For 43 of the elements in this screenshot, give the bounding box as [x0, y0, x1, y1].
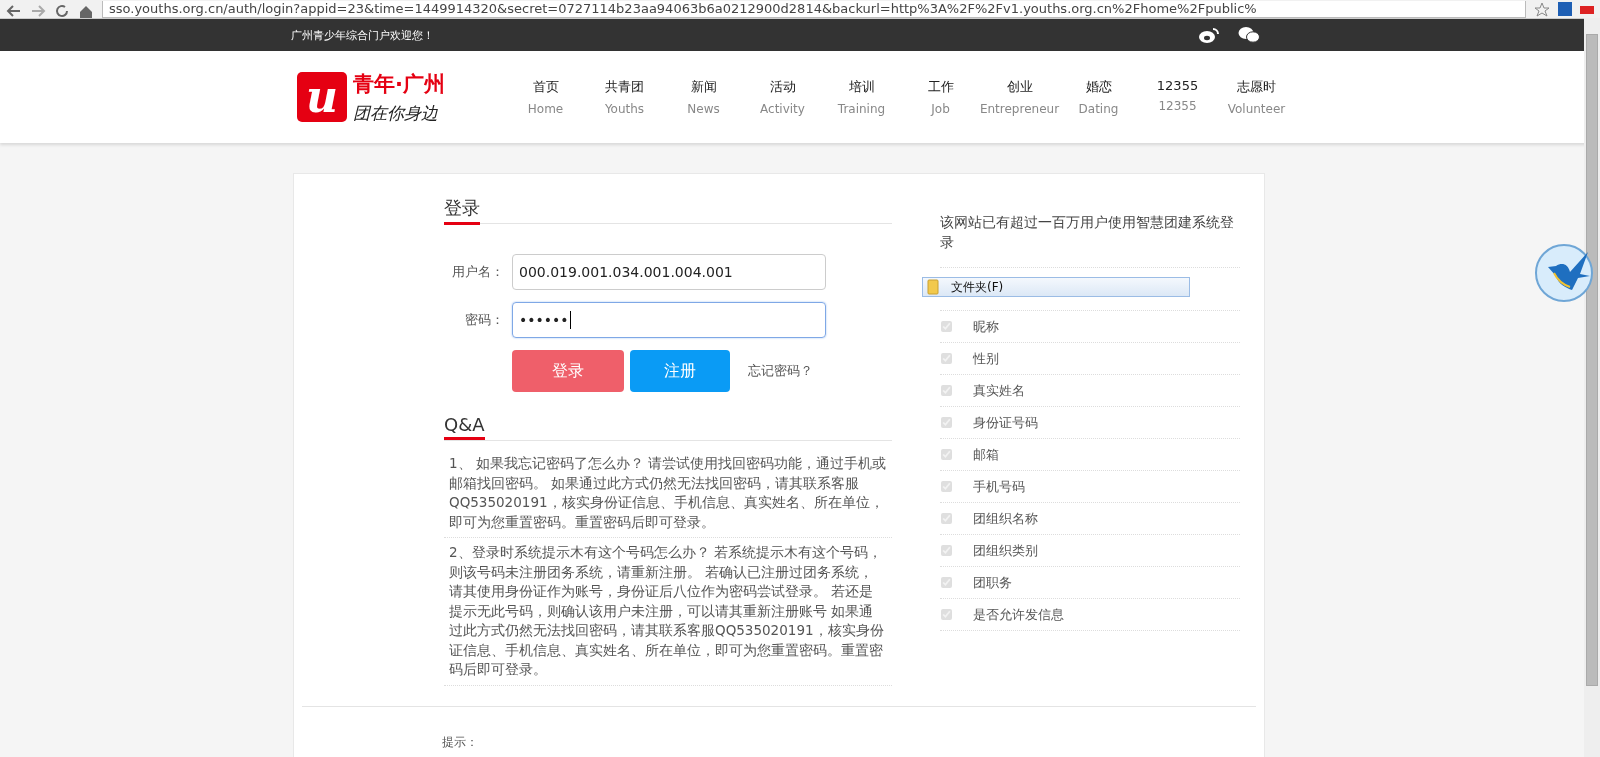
- permission-label: 手机号码: [973, 477, 1025, 496]
- nav-item[interactable]: 创业 Entrepreneur: [980, 78, 1059, 116]
- permission-label: 性别: [973, 349, 999, 368]
- permission-label: 昵称: [973, 317, 999, 336]
- logo-slogan: 团在你身边: [353, 101, 439, 125]
- nav-item[interactable]: 工作 Job: [901, 78, 980, 116]
- star-icon[interactable]: [1534, 2, 1550, 18]
- permission-label: 团组织类别: [973, 541, 1038, 560]
- logo-title: 青年·广州: [353, 70, 445, 98]
- field-label: 密码：: [464, 311, 505, 329]
- nav-item[interactable]: 婚恋 Dating: [1059, 78, 1138, 116]
- address-field[interactable]: sso.youths.org.cn/auth/login?appid=23&time=1449914320&secret=0727114b23aa94063b6a0212900d2814&backurl=http%3A%2F%2Fv1.youths.org.cn%2Fhome%2Fpublic%: [102, 1, 1526, 18]
- forgot-password-link[interactable]: 忘记密码？: [748, 362, 813, 380]
- nav-item[interactable]: 志愿时 Volunteer: [1217, 78, 1296, 116]
- permission-label: 团职务: [973, 573, 1012, 592]
- permission-label: 邮箱: [973, 445, 999, 464]
- logo-mark[interactable]: u: [297, 72, 347, 122]
- permission-label: 是否允许发信息: [973, 605, 1064, 624]
- permission-label: 身份证号码: [973, 413, 1038, 432]
- tooltip-text: 文件夹(F): [951, 278, 1004, 296]
- field-label: 用户名：: [451, 263, 505, 281]
- nav-item[interactable]: 共青团 Youths: [585, 78, 664, 116]
- nav-item[interactable]: 活动 Activity: [743, 78, 822, 116]
- reload-icon[interactable]: [54, 4, 70, 18]
- permission-label: 真实姓名: [973, 381, 1025, 400]
- back-icon[interactable]: [6, 4, 22, 18]
- nav-item[interactable]: 12355 12355: [1138, 78, 1217, 116]
- nav-item[interactable]: 首页 Home: [506, 78, 585, 116]
- nav-item[interactable]: 培训 Training: [822, 78, 901, 116]
- folder-icon: [927, 279, 939, 295]
- section-title: 登录: [444, 196, 480, 225]
- qa-paragraph: 2、登录时系统提示木有这个号码怎么办？ 若系统提示木有这个号码，则该号码未注册团务系统，请重新注册。 若确认已注册过团务系统，请其使用身份证作为账号，身份证后八位作为密码尝试登录。 若还是提示无此号码，则确认该用户未注册，可以请其重新注册账号 如果通过此方式仍然无法找回密码，请其联系客服QQ535020191，核实身份证信息、手机信息、真实姓名、所在单位，即可为您重置密码。重置密码后即可登录。: [444, 538, 892, 686]
- section-title: Q&A: [444, 414, 485, 440]
- welcome-text: 广州青少年综合门户欢迎您！: [291, 27, 435, 43]
- permission-label: 团组织名称: [973, 509, 1038, 528]
- tip-label: 提示：: [442, 734, 478, 751]
- intro-text: 该网站已有超过一百万用户使用智慧团建系统登录: [940, 212, 1240, 268]
- nav-item[interactable]: 新闻 News: [664, 78, 743, 116]
- qa-paragraph: 1、 如果我忘记密码了怎么办？ 请尝试使用找回密码功能，通过手机或邮箱找回密码。 如果通过此方式仍然无法找回密码，请其联系客服QQ535020191，核实身份证信息、手机信息、真实姓名、所在单位，即可为您重置密码。重置密码后即可登录。: [444, 449, 892, 538]
- scrollbar[interactable]: [1584, 18, 1600, 757]
- forward-icon[interactable]: [30, 4, 46, 18]
- password-field[interactable]: ••••••: [512, 302, 826, 338]
- username-field[interactable]: 000.019.001.034.001.004.001: [512, 254, 826, 290]
